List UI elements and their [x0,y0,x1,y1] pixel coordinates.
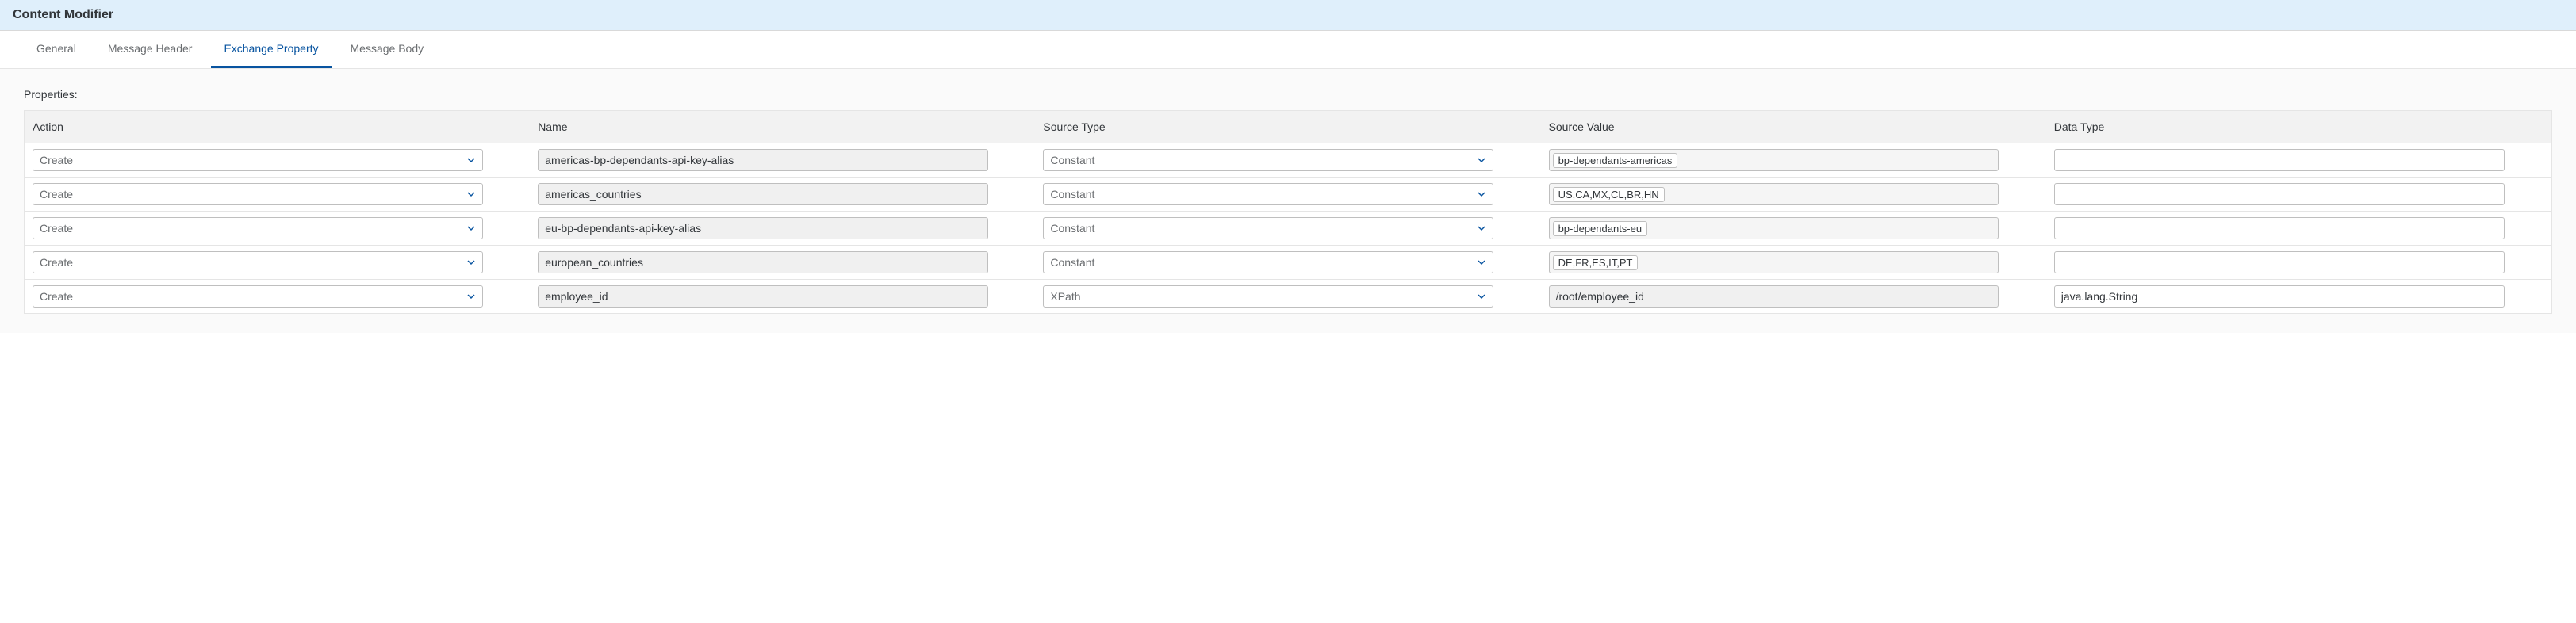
action-value: Create [40,290,73,303]
page-title: Content Modifier [13,8,2563,22]
name-input[interactable] [538,285,988,308]
source-value-tag: bp-dependants-eu [1553,221,1648,236]
col-header-name: Name [530,111,1035,143]
chevron-down-icon [466,224,476,233]
table-row: Create Constant bp-dependants-eu [24,212,2552,246]
source-type-select[interactable]: Constant [1043,251,1493,273]
source-type-value: Constant [1050,222,1094,235]
action-select[interactable]: Create [33,149,483,171]
action-select[interactable]: Create [33,183,483,205]
tab-message-body[interactable]: Message Body [338,31,437,68]
data-type-input[interactable] [2054,183,2505,205]
data-type-input[interactable] [2054,251,2505,273]
source-type-select[interactable]: Constant [1043,217,1493,239]
table-body: CreateConstantbp-dependants-americasCrea… [24,143,2552,314]
source-value-tag: US,CA,MX,CL,BR,HN [1553,187,1665,202]
col-header-action: Action [25,111,530,143]
source-type-select[interactable]: XPath [1043,285,1493,308]
tab-exchange-property[interactable]: Exchange Property [211,31,331,68]
content-area: Properties: Action Name Source Type Sour… [0,69,2576,333]
col-header-source-value: Source Value [1541,111,2046,143]
source-value-tag: DE,FR,ES,IT,PT [1553,255,1639,270]
source-value-field[interactable]: US,CA,MX,CL,BR,HN [1549,183,1999,205]
name-input[interactable] [538,149,988,171]
action-value: Create [40,256,73,269]
name-input[interactable] [538,183,988,205]
table-header: Action Name Source Type Source Value Dat… [24,110,2552,143]
chevron-down-icon [1477,292,1486,301]
source-value-field[interactable]: DE,FR,ES,IT,PT [1549,251,1999,273]
properties-table: Action Name Source Type Source Value Dat… [24,110,2552,314]
source-type-value: Constant [1050,154,1094,166]
chevron-down-icon [1477,155,1486,165]
source-type-value: Constant [1050,256,1094,269]
chevron-down-icon [466,189,476,199]
tab-general[interactable]: General [24,31,89,68]
chevron-down-icon [1477,189,1486,199]
source-type-select[interactable]: Constant [1043,183,1493,205]
data-type-input[interactable] [2054,149,2505,171]
source-value-field[interactable]: bp-dependants-eu [1549,217,1999,239]
properties-label: Properties: [24,88,2552,101]
source-value-field[interactable]: bp-dependants-americas [1549,149,1999,171]
name-input[interactable] [538,217,988,239]
action-select[interactable]: Create [33,251,483,273]
source-type-value: Constant [1050,188,1094,201]
chevron-down-icon [1477,258,1486,267]
col-header-source-type: Source Type [1035,111,1540,143]
action-value: Create [40,188,73,201]
name-input[interactable] [538,251,988,273]
action-value: Create [40,222,73,235]
chevron-down-icon [466,155,476,165]
col-header-data-type: Data Type [2046,111,2551,143]
data-type-input[interactable] [2054,285,2505,308]
chevron-down-icon [466,292,476,301]
data-type-input[interactable] [2054,217,2505,239]
table-row: Create Constant US,CA,MX,CL,BR,HN [24,178,2552,212]
action-select[interactable]: Create [33,217,483,239]
source-value-tag: bp-dependants-americas [1553,153,1678,168]
source-value-input[interactable] [1549,285,1999,308]
table-row: Create Constant DE,FR,ES,IT,PT [24,246,2552,280]
action-select[interactable]: Create [33,285,483,308]
header-bar: Content Modifier [0,0,2576,31]
table-row: Create XPath [24,280,2552,314]
action-value: Create [40,154,73,166]
tab-message-header[interactable]: Message Header [95,31,205,68]
tabs-container: GeneralMessage HeaderExchange PropertyMe… [0,31,2576,69]
table-row: Create Constant bp-dependants-americas [24,143,2552,178]
chevron-down-icon [466,258,476,267]
source-type-value: XPath [1050,290,1080,303]
source-type-select[interactable]: Constant [1043,149,1493,171]
chevron-down-icon [1477,224,1486,233]
